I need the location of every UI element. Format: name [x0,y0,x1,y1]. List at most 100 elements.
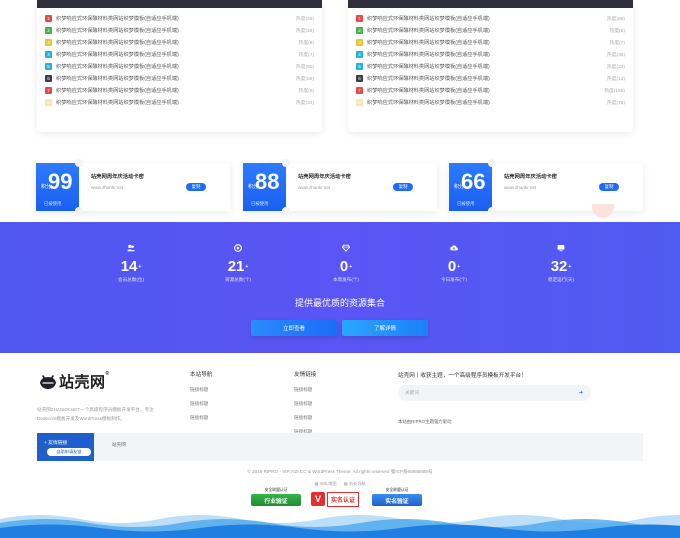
rank-item-title[interactable]: 织梦响应式环保酵材料类网站织梦模板(自适应手机端) [367,63,607,70]
rank-number: 1 [356,15,363,23]
rank-item[interactable]: 8 织梦响应式环保酵材料类网站织梦模板(自适应手机端) 热度(33) [45,96,314,108]
coupon-url: www.zhankr.net [504,185,537,190]
monitor-icon [557,244,565,252]
rank-item-title[interactable]: 织梦响应式环保酵材料类网站织梦模板(自适应手机端) [56,39,299,46]
stats-band: 14+ 会员总数(位) 21+ 资源总数(个) 0+ 本周发布(个) 0+ 今日… [0,222,680,353]
rank-item[interactable]: 4 织梦响应式环保酵材料类网站织梦模板(自适应手机端) 热度(38) [356,49,625,61]
rank-item[interactable]: 6 织梦响应式环保酵材料类网站织梦模板(自适应手机端) 热度(14) [356,72,625,84]
rank-item-title[interactable]: 织梦响应式环保酵材料类网站织梦模板(自适应手机端) [56,99,296,106]
rank-item-title[interactable]: 织梦响应式环保酵材料类网站织梦模板(自适应手机端) [56,75,296,82]
coupon-notch [282,207,290,215]
rank-item[interactable]: 7 织梦响应式环保酵材料类网站织梦模板(自适应手机端) 热度(9) [45,84,314,96]
rank-item[interactable]: 5 织梦响应式环保酵材料类网站织梦模板(自适应手机端) 热度(50) [45,61,314,73]
powered-by: 本站由RIPRO主题强力驱动 [398,419,452,424]
rank-item[interactable]: 5 织梦响应式环保酵材料类网站织梦模板(自适应手机端) 热度(23) [356,61,625,73]
rank-item[interactable]: 3 织梦响应式环保酵材料类网站织梦模板(自适应手机端) 热度(7) [356,37,625,49]
rank-item-title[interactable]: 织梦响应式环保酵材料类网站织梦模板(自适应手机端) [367,87,604,94]
stat-label: 资源总数(个) [224,277,252,282]
footer-nav-link[interactable]: 链接标题 [190,401,208,407]
rank-item-title[interactable]: 织梦响应式环保酵材料类网站织梦模板(自适应手机端) [56,15,296,22]
rank-item-title[interactable]: 织梦响应式环保酵材料类网站织梦模板(自适应手机端) [367,27,610,34]
rank-item-title[interactable]: 织梦响应式环保酵材料类网站织梦模板(自适应手机端) [56,27,296,34]
coupon-value: 积分 88 已被使用 [243,163,286,211]
rank-item-title[interactable]: 织梦响应式环保酵材料类网站织梦模板(自适应手机端) [56,63,296,70]
rank-item[interactable]: 7 织梦响应式环保酵材料类网站织梦模板(自适应手机端) 热度(166) [356,84,625,96]
copy-button[interactable]: 复制 [186,183,206,191]
stat-value: 14+ [120,258,142,275]
rank-item-title[interactable]: 织梦响应式环保酵材料类网站织梦模板(自适应手机端) [367,51,607,58]
view-now-button[interactable]: 立即查看 [251,320,337,336]
coupon-status: 已被使用 [251,201,269,206]
rank-number: 7 [356,86,363,94]
copy-button[interactable]: 复制 [393,183,413,191]
rank-item[interactable]: 6 织梦响应式环保酵材料类网站织梦模板(自适应手机端) 热度(69) [45,72,314,84]
rank-item[interactable]: 2 织梦响应式环保酵材料类网站织梦模板(自适应手机端) 热度(18) [45,25,314,37]
learn-more-button[interactable]: 了解详情 [342,320,428,336]
coupon-card-2: 积分 88 已被使用 站壳网周年庆活动卡密 www.zhankr.net 复制 [243,159,437,215]
stat-label: 今日发布(个) [440,277,468,282]
rank-card-left: 1 织梦响应式环保酵材料类网站织梦模板(自适应手机端) 热度(26) 2 织梦响应式环保… [37,0,322,132]
coupon-title: 站壳网周年庆活动卡密 [91,174,144,180]
footer-friend-link[interactable]: 链接标题 [294,387,312,393]
rank-item-title[interactable]: 织梦响应式环保酵材料类网站织梦模板(自适应手机端) [56,51,299,58]
footer-nav-link[interactable]: 链接标题 [190,415,208,421]
coupon-notch [488,159,496,167]
badge-caption: 安全联盟认证 [385,488,409,492]
coupon-value: 积分 99 已被使用 [36,163,79,211]
rank-item-heat: 热度(6) [298,41,314,47]
rank-item[interactable]: 8 织梦响应式环保酵材料类网站织梦模板(自适应手机端) 热度(78) [356,96,625,108]
footer-nav-link[interactable]: 链接标题 [190,387,208,393]
coupon-status: 已被使用 [457,201,475,206]
webmaster-nav-link[interactable]: ▦ 站长导航 [344,481,366,486]
stat-label: 稳定运行(天) [547,277,575,282]
coupon-card-1: 积分 99 已被使用 站壳网周年庆活动卡密 www.zhankr.net 复制 [36,159,230,215]
rank-item[interactable]: 1 织梦响应式环保酵材料类网站织梦模板(自适应手机端) 热度(88) [356,13,625,25]
stat-value: 21+ [227,258,249,275]
rank-item[interactable]: 3 织梦响应式环保酵材料类网站织梦模板(自适应手机端) 热度(6) [45,37,314,49]
search-input[interactable]: 关键词 ➜ [398,385,591,401]
rank-item[interactable]: 1 织梦响应式环保酵材料类网站织梦模板(自适应手机端) 热度(26) [45,13,314,25]
rank-item[interactable]: 4 织梦响应式环保酵材料类网站织梦模板(自适应手机端) 热度(7) [45,49,314,61]
friend-link-item[interactable]: 站壳网 [112,442,126,448]
footer-friend-link[interactable]: 链接标题 [294,401,312,407]
site-logo[interactable]: 站壳网® [39,371,110,392]
coupon-notch [282,159,290,167]
rank-item-heat: 热度(88) [606,17,625,23]
slogan: 提供最优质的资源集合 [294,298,385,308]
site-about: 站壳网ZHANKR.NET一个高级程序员模板开发平台，专注Dedecms模板开发… [37,407,154,421]
footer-nav-title: 本站导航 [190,372,213,378]
rank-item-title[interactable]: 织梦响应式环保酵材料类网站织梦模板(自适应手机端) [367,15,607,22]
coupon-url: www.zhankr.net [91,185,124,190]
stat-today: 0+ 今日发布(个) [424,244,484,283]
rank-item-title[interactable]: 织梦响应式环保酵材料类网站织梦模板(自适应手机端) [367,39,610,46]
rank-number: 6 [45,74,52,82]
rank-item-heat: 热度(14) [606,76,625,82]
coupon-amount: 99 [48,169,73,194]
rank-item[interactable]: 2 织梦响应式环保酵材料类网站织梦模板(自适应手机端) 热度(5) [356,25,625,37]
rank-item-heat: 热度(26) [295,17,314,23]
copy-button[interactable]: 复制 [599,183,619,191]
rank-item-heat: 热度(69) [295,76,314,82]
stat-weekly: 0+ 本周发布(个) [316,244,376,283]
rank-number: 2 [45,27,52,35]
coupon-status: 已被使用 [44,201,62,206]
friend-link-tab: + 友情链接 自助申请友链 [37,433,94,461]
stat-label: 会员总数(位) [117,277,145,282]
submit-arrow-icon[interactable]: ➜ [579,390,583,396]
coupon-amount: 66 [461,169,486,194]
rank-item-heat: 热度(50) [295,65,314,70]
rank-number: 5 [45,63,52,70]
coupon-notch [488,207,496,215]
rank-item-title[interactable]: 织梦响应式环保酵材料类网站织梦模板(自适应手机端) [367,75,607,82]
footer-friend-link[interactable]: 链接标题 [294,415,312,421]
coupon-url: www.zhankr.net [298,185,331,190]
rank-number: 6 [356,74,363,82]
rank-item-title[interactable]: 织梦响应式环保酵材料类网站织梦模板(自适应手机端) [367,99,607,106]
cloud-upload-icon [450,245,458,251]
resource-icon [234,244,242,252]
rank-item-title[interactable]: 织梦响应式环保酵材料类网站织梦模板(自适应手机端) [56,87,299,94]
rank-card-header [37,0,322,8]
apply-friend-link-button[interactable]: 自助申请友链 [47,448,91,456]
rank-number: 4 [356,51,363,59]
sitemap-link[interactable]: ▦ XML地图 [314,481,336,486]
